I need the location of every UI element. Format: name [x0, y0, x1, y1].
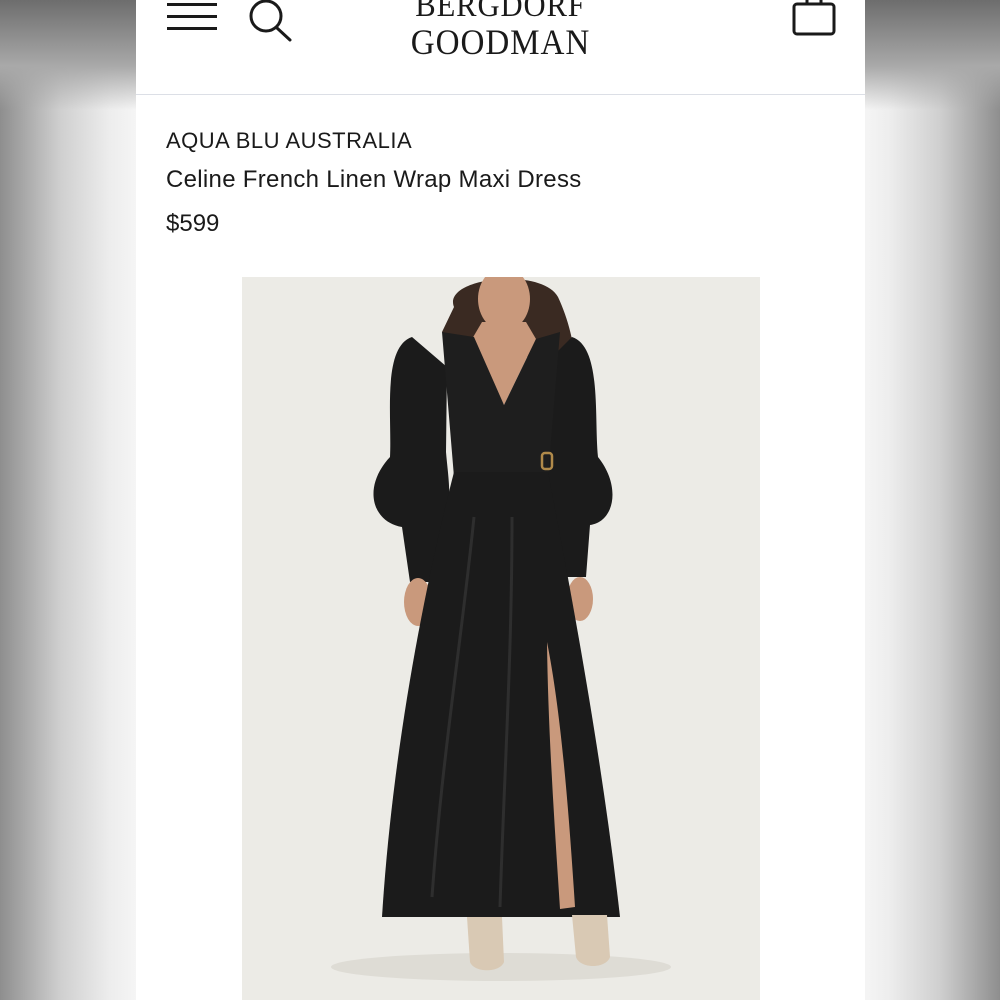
background-blur-left	[0, 0, 136, 110]
logo-line-2: GOODMAN	[410, 22, 591, 62]
product-brand[interactable]: AQUA BLU AUSTRALIA	[166, 128, 582, 154]
shopping-bag-icon[interactable]	[792, 0, 836, 38]
site-logo[interactable]: BERGDORF GOODMAN	[136, 0, 865, 60]
product-title: Celine French Linen Wrap Maxi Dress	[166, 166, 582, 193]
background-blur-right	[864, 0, 1000, 110]
product-info: AQUA BLU AUSTRALIA Celine French Linen W…	[166, 128, 582, 238]
product-image[interactable]	[242, 277, 760, 1000]
site-header: BERGDORF GOODMAN	[136, 0, 865, 95]
logo-line-1: BERGDORF	[415, 0, 586, 24]
product-price: $599	[166, 210, 220, 237]
dress-illustration	[331, 277, 671, 981]
mobile-screen: BERGDORF GOODMAN AQUA BLU AUSTRALIA Celi…	[136, 0, 865, 1000]
